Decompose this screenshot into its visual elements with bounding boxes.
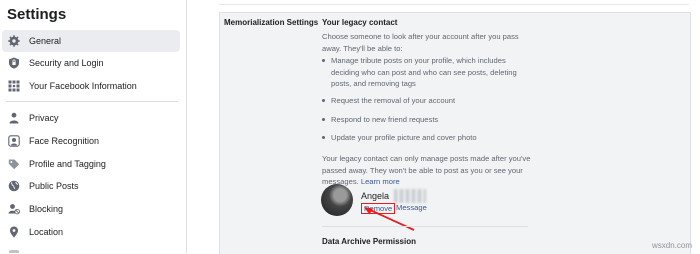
block-user-icon	[8, 203, 20, 215]
sidebar-item-your-facebook-information[interactable]: Your Facebook Information	[2, 75, 180, 97]
legacy-contact-name: Angela	[361, 191, 390, 201]
annotation-arrow-icon	[364, 207, 415, 231]
learn-more-link[interactable]: Learn more	[361, 177, 400, 186]
sidebar-item-label: Your Facebook Information	[29, 81, 137, 91]
legacy-intro-text: Choose someone to look after your accoun…	[322, 32, 519, 53]
sidebar-item-general[interactable]: General	[2, 30, 180, 52]
sidebar-item-profile-and-tagging[interactable]: Profile and Tagging	[2, 153, 180, 175]
sidebar-item-label: Privacy	[29, 113, 59, 123]
sidebar-item-label: Blocking	[29, 204, 64, 214]
legacy-note: Your legacy contact can only manage post…	[322, 154, 531, 187]
lock-person-icon	[8, 112, 20, 124]
sidebar-item-label: General	[29, 36, 62, 46]
sidebar-title: Settings	[7, 6, 67, 23]
sidebar-item-privacy[interactable]: Privacy	[2, 107, 180, 129]
legacy-bullet-item: Update your profile picture and cover ph…	[322, 132, 531, 144]
sidebar-item-label: Security and Login	[29, 58, 104, 68]
sidebar-item-label: Profile and Tagging	[29, 159, 106, 169]
legacy-bullet-item: Request the removal of your account	[322, 95, 531, 107]
sidebar-item-label: Location	[29, 227, 64, 237]
face-icon	[8, 135, 20, 147]
sidebar-item-security-and-login[interactable]: Security and Login	[2, 52, 180, 74]
tag-icon	[8, 158, 20, 170]
sidebar-item-label: Public Posts	[29, 181, 79, 191]
gear-icon	[8, 35, 20, 47]
sidebar-item-location[interactable]: Location	[2, 221, 180, 243]
avatar	[321, 184, 353, 216]
data-archive-heading: Data Archive Permission	[322, 237, 416, 246]
location-pin-icon	[8, 226, 20, 238]
sidebar-item-partial[interactable]	[2, 244, 180, 253]
section-divider	[322, 226, 528, 227]
settings-list-icon	[8, 249, 20, 253]
watermark: wsxdn.com	[652, 241, 693, 250]
legacy-bullet-item: Manage tribute posts on your profile, wh…	[322, 55, 531, 90]
settings-sidebar: Settings General Security and Login Your…	[0, 0, 187, 253]
sidebar-item-blocking[interactable]: Blocking	[2, 198, 180, 220]
sidebar-item-label: Face Recognition	[29, 136, 100, 146]
legacy-bullet-item: Respond to new friend requests	[322, 114, 531, 126]
shield-icon	[8, 57, 20, 69]
grid-icon	[8, 80, 20, 92]
sidebar-item-face-recognition[interactable]: Face Recognition	[2, 130, 180, 152]
section-label: Memorialization Settings	[224, 18, 319, 27]
legacy-contact-heading: Your legacy contact	[322, 18, 398, 27]
blurred-name-redaction	[394, 189, 426, 203]
legacy-note-text: Your legacy contact can only manage post…	[322, 153, 536, 188]
panel-top-border	[219, 4, 689, 5]
sidebar-item-public-posts[interactable]: Public Posts	[2, 175, 180, 197]
globe-icon	[8, 180, 20, 192]
sidebar-divider	[6, 101, 178, 102]
